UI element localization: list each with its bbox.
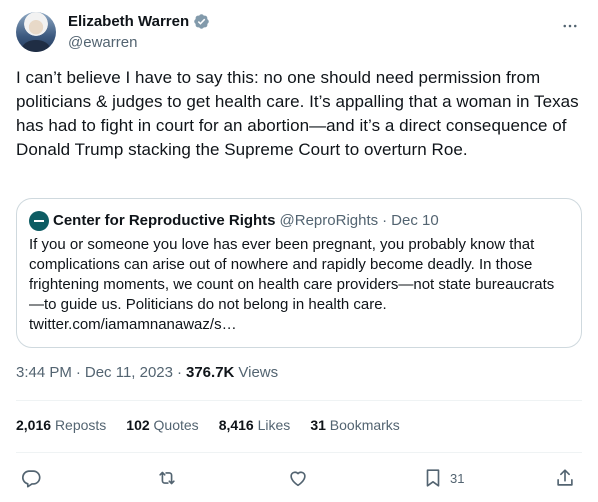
meta-separator: · [177, 364, 182, 381]
bookmarks-label: Bookmarks [329, 417, 400, 433]
likes-count: 8,416 [218, 417, 254, 433]
tweet-time[interactable]: 3:44 PM [16, 364, 72, 381]
quoted-tweet-header: Center for Reproductive Rights @ReproRig… [29, 211, 569, 231]
bookmarks-stat[interactable]: 31 Bookmarks [310, 417, 400, 433]
bookmarks-count: 31 [310, 417, 326, 433]
reposts-label: Reposts [54, 417, 107, 433]
author-name-row: Elizabeth Warren [68, 13, 210, 30]
reposts-stat[interactable]: 2,016 Reposts [16, 417, 106, 433]
quotes-label: Quotes [153, 417, 199, 433]
author-handle[interactable]: @ewarren [68, 34, 137, 51]
bookmark-icon [426, 469, 440, 487]
tweet-meta: 3:44 PM · Dec 11, 2023 · 376.7K Views [16, 364, 278, 381]
quoted-date: Dec 10 [391, 212, 439, 229]
quoted-tweet-text: If you or someone you love has ever been… [29, 236, 555, 333]
action-bar: 31 [16, 463, 582, 493]
reposts-count: 2,016 [16, 417, 52, 433]
repost-button[interactable] [156, 463, 178, 493]
quotes-count: 102 [126, 417, 150, 433]
meta-separator: · [75, 364, 81, 381]
quoted-separator: · [382, 212, 388, 229]
repost-icon [159, 471, 175, 485]
quoted-tweet[interactable]: Center for Reproductive Rights @ReproRig… [16, 198, 582, 348]
views-label: Views [238, 364, 279, 381]
author-avatar[interactable] [16, 12, 56, 52]
share-button[interactable] [554, 463, 576, 493]
divider [16, 452, 582, 453]
share-icon [557, 469, 573, 486]
tweet-date[interactable]: Dec 11, 2023 [85, 364, 173, 381]
quoted-author-avatar [29, 211, 49, 231]
bookmark-button[interactable]: 31 [422, 463, 464, 493]
like-button[interactable] [287, 463, 309, 493]
divider [16, 400, 582, 401]
quoted-author-name: Center for Reproductive Rights [53, 212, 276, 229]
likes-label: Likes [257, 417, 291, 433]
reply-icon [22, 470, 41, 488]
author-name[interactable]: Elizabeth Warren [68, 13, 189, 30]
quoted-author-handle: @ReproRights [279, 212, 379, 229]
bookmark-count: 31 [450, 470, 465, 486]
tweet-text: I can’t believe I have to say this: no o… [16, 68, 579, 159]
verified-badge-icon [194, 14, 209, 29]
quotes-stat[interactable]: 102 Quotes [126, 417, 198, 433]
more-horizontal-icon[interactable] [560, 16, 580, 36]
views-count: 376.7K [186, 364, 235, 381]
tweet-header: Elizabeth Warren @ewarren [16, 10, 582, 56]
heart-icon [290, 471, 306, 487]
reply-button[interactable] [20, 463, 42, 493]
engagement-stats: 2,016 Reposts 102 Quotes 8,416 Likes 31 … [16, 417, 400, 433]
likes-stat[interactable]: 8,416 Likes [219, 417, 291, 433]
